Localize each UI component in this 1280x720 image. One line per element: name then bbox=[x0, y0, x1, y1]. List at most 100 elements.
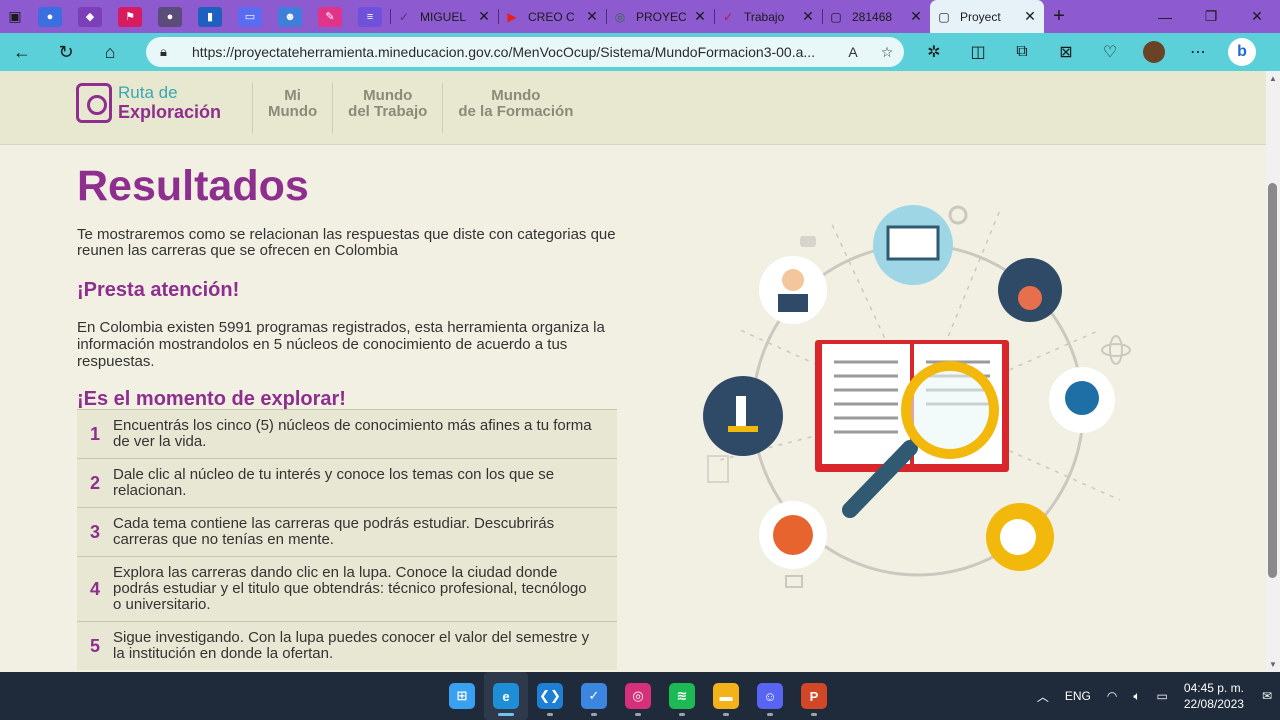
taskbar-app[interactable]: ≋ bbox=[660, 672, 704, 720]
tab-actions-icon[interactable]: ▣ bbox=[0, 0, 30, 33]
running-indicator bbox=[547, 713, 553, 716]
nav-mi-mundo[interactable]: Mi Mundo bbox=[252, 83, 332, 133]
pinned-tab[interactable]: ⚑ bbox=[110, 0, 150, 33]
browser-tab[interactable]: ✓ Trabajo ✕ bbox=[714, 0, 822, 33]
document-icon: ▢ bbox=[830, 9, 842, 24]
browser-essentials-icon[interactable]: ♡ bbox=[1088, 33, 1132, 71]
mail-icon bbox=[785, 575, 803, 588]
split-screen-icon[interactable]: ◫ bbox=[956, 33, 1000, 71]
home-icon[interactable]: ⌂ bbox=[88, 33, 132, 71]
close-tab-icon[interactable]: ✕ bbox=[1022, 8, 1038, 25]
site-logo[interactable]: Ruta de Exploración bbox=[76, 83, 221, 123]
pinned-tabs: ● ◆ ⚑ ● ▮ ▭ ☻ ✎ ≡ bbox=[30, 0, 390, 33]
taskbar-app[interactable]: e bbox=[484, 672, 528, 720]
step-text: Explora las carreras dando clic en la lu… bbox=[113, 564, 587, 613]
tab-title: PROYEC bbox=[636, 9, 687, 24]
taskbar-app[interactable]: ▬ bbox=[704, 672, 748, 720]
attention-heading: ¡Presta atención! bbox=[77, 279, 240, 301]
scroll-down-icon[interactable]: ▼ bbox=[1269, 660, 1277, 669]
globe-icon bbox=[1049, 367, 1115, 433]
url-text[interactable]: https://proyectateherramienta.mineducaci… bbox=[192, 44, 836, 60]
step-number: 4 bbox=[89, 578, 100, 599]
collections-icon[interactable]: ⧉ bbox=[1000, 33, 1044, 71]
file-explorer-icon: ▬ bbox=[713, 683, 739, 709]
scrollbar-thumb[interactable] bbox=[1268, 183, 1277, 578]
lock-icon[interactable]: 🔒︎ bbox=[160, 44, 178, 60]
site-header: Ruta de Exploración Mi Mundo Mundo del T… bbox=[0, 71, 1266, 145]
new-tab-button[interactable]: + bbox=[1044, 0, 1074, 33]
pinned-tab[interactable]: ≡ bbox=[350, 0, 390, 33]
open-tabs: ✓ MIGUEL ✕ ▶ CREO C ✕ ◎ PROYEC ✕ ✓ Trabajo ✕ ▢ 281468… bbox=[390, 0, 1044, 33]
wifi-icon[interactable]: ◠ bbox=[1107, 689, 1117, 703]
taskbar-app[interactable]: ⊞ bbox=[440, 672, 484, 720]
taskbar-app[interactable]: ☺ bbox=[748, 672, 792, 720]
book-icon: ▮ bbox=[198, 6, 222, 27]
list-item: 3 Cada tema contiene las carreras que po… bbox=[77, 507, 617, 556]
pinned-tab[interactable]: ◆ bbox=[70, 0, 110, 33]
screen-icon: ▭ bbox=[238, 6, 262, 27]
notification-icon[interactable]: ✉ bbox=[1262, 689, 1272, 703]
math-solver-icon[interactable]: ⊠ bbox=[1044, 33, 1088, 71]
list-item: 2 Dale clic al núcleo de tu interés y co… bbox=[77, 458, 617, 507]
clock[interactable]: 04:45 p. m. 22/08/2023 bbox=[1184, 680, 1244, 712]
close-tab-icon[interactable]: ✕ bbox=[908, 8, 924, 25]
settings-more-icon[interactable]: ⋯ bbox=[1176, 33, 1220, 71]
refresh-icon[interactable]: ↻ bbox=[44, 33, 88, 71]
pinned-tab[interactable]: ● bbox=[150, 0, 190, 33]
browser-tab[interactable]: ◎ PROYEC ✕ bbox=[606, 0, 714, 33]
back-icon[interactable]: ← bbox=[0, 33, 44, 71]
pinned-tab[interactable]: ✎ bbox=[310, 0, 350, 33]
vscode-icon: ❮❯ bbox=[537, 683, 563, 709]
tool-icon: ✎ bbox=[318, 6, 342, 27]
step-number: 5 bbox=[89, 635, 100, 656]
battery-icon[interactable]: ▭ bbox=[1157, 689, 1168, 703]
taskbar-app[interactable]: ✓ bbox=[572, 672, 616, 720]
close-tab-icon[interactable]: ✕ bbox=[800, 8, 816, 25]
browser-tab[interactable]: ▢ Proyect ✕ bbox=[930, 0, 1044, 33]
minimize-icon[interactable]: — bbox=[1142, 0, 1188, 33]
taskbar-app[interactable]: P bbox=[792, 672, 836, 720]
running-indicator bbox=[591, 713, 597, 716]
running-indicator bbox=[723, 713, 729, 716]
language-indicator[interactable]: ENG bbox=[1065, 689, 1091, 703]
address-bar[interactable]: 🔒︎ https://proyectateherramienta.mineduc… bbox=[146, 37, 904, 67]
scroll-up-icon[interactable]: ▲ bbox=[1269, 74, 1277, 83]
favorite-star-icon[interactable]: ☆ bbox=[870, 44, 904, 61]
app-icon: ≡ bbox=[358, 6, 382, 27]
steps-list: 1 Encuentrás los cinco (5) núcleos de co… bbox=[77, 409, 617, 670]
pinned-tab[interactable]: ● bbox=[30, 0, 70, 33]
pinned-tab[interactable]: ▮ bbox=[190, 0, 230, 33]
bing-copilot-icon[interactable]: b bbox=[1228, 38, 1256, 66]
pinned-tab[interactable]: ▭ bbox=[230, 0, 270, 33]
nav-mundo-formacion[interactable]: Mundo de la Formación bbox=[442, 83, 588, 133]
volume-icon[interactable]: 🔈︎ bbox=[1133, 689, 1140, 704]
close-tab-icon[interactable]: ✕ bbox=[476, 8, 492, 25]
read-aloud-icon[interactable]: A bbox=[836, 44, 870, 60]
browser-tab[interactable]: ✓ MIGUEL ✕ bbox=[390, 0, 498, 33]
close-window-icon[interactable]: ✕ bbox=[1234, 0, 1280, 33]
explore-heading: ¡Es el momento de explorar! bbox=[77, 388, 346, 410]
tab-title: Trabajo bbox=[744, 9, 785, 24]
close-tab-icon[interactable]: ✕ bbox=[692, 8, 708, 25]
taskbar-app[interactable]: ◎ bbox=[616, 672, 660, 720]
browser-tab[interactable]: ▶ CREO C ✕ bbox=[498, 0, 606, 33]
pinned-tab[interactable]: ☻ bbox=[270, 0, 310, 33]
extensions-icon[interactable]: ✲ bbox=[912, 33, 956, 71]
page-scrollbar[interactable]: ▲ ▼ bbox=[1266, 71, 1280, 672]
magnifier-logo-icon bbox=[76, 83, 112, 123]
profile-avatar[interactable] bbox=[1143, 41, 1165, 63]
todo-icon: ✓ bbox=[581, 683, 607, 709]
app-icon: ◆ bbox=[78, 6, 102, 27]
browser-tab[interactable]: ▢ 281468 ✕ bbox=[822, 0, 930, 33]
maximize-icon[interactable]: ❐ bbox=[1188, 0, 1234, 33]
gear-icon bbox=[948, 205, 968, 225]
taskbar-app[interactable]: ❮❯ bbox=[528, 672, 572, 720]
tab-title: Proyect bbox=[960, 9, 1001, 24]
nav-mundo-trabajo[interactable]: Mundo del Trabajo bbox=[332, 83, 442, 133]
edge-icon: e bbox=[493, 683, 519, 709]
browser-toolbar: ← ↻ ⌂ 🔒︎ https://proyectateherramienta.m… bbox=[0, 33, 1280, 71]
logo-line1: Ruta de bbox=[118, 83, 178, 102]
system-tray: ︿ ENG ◠ 🔈︎ ▭ 04:45 p. m. 22/08/2023 ✉ bbox=[1029, 672, 1280, 720]
chevron-up-icon[interactable]: ︿ bbox=[1037, 688, 1049, 705]
close-tab-icon[interactable]: ✕ bbox=[584, 8, 600, 25]
